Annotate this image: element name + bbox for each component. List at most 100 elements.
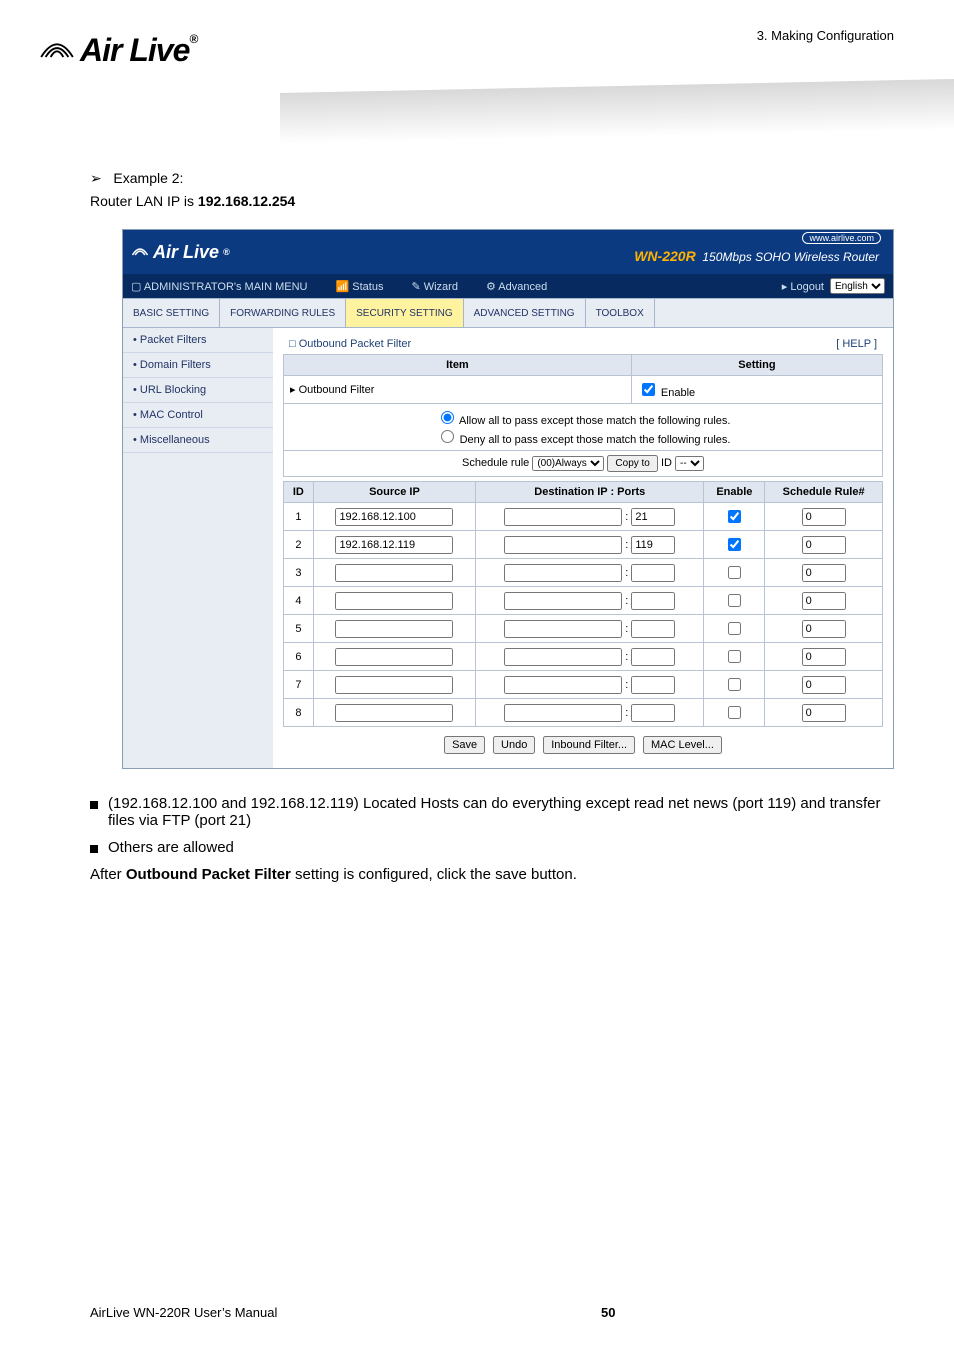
row-id: 5 (284, 615, 314, 643)
dest-port-input[interactable] (631, 704, 675, 722)
source-ip-input[interactable] (335, 620, 453, 638)
schedule-rule-input[interactable] (802, 620, 846, 638)
schedule-rule-input[interactable] (802, 508, 846, 526)
dest-port-input[interactable] (631, 648, 675, 666)
copy-to-button[interactable] (607, 455, 657, 472)
config-table: ItemSetting ▸ Outbound Filter Enable All… (283, 354, 883, 477)
table-row: 8 : (284, 699, 883, 727)
tab-security[interactable]: SECURITY SETTING (346, 299, 464, 327)
dest-port-input[interactable] (631, 508, 675, 526)
row-enable-checkbox[interactable] (728, 566, 741, 579)
logo-text: Air Live® (80, 32, 197, 69)
dest-port-input[interactable] (631, 564, 675, 582)
tab-basic[interactable]: BASIC SETTING (123, 299, 220, 327)
row-id: 7 (284, 671, 314, 699)
table-row: 5 : (284, 615, 883, 643)
dest-ip-input[interactable] (504, 648, 622, 666)
schedule-rule-input[interactable] (802, 648, 846, 666)
after-line: After Outbound Packet Filter setting is … (90, 866, 890, 883)
source-ip-input[interactable] (335, 564, 453, 582)
square-bullet-icon (90, 845, 98, 853)
undo-button[interactable] (493, 736, 535, 754)
row-enable-checkbox[interactable] (728, 510, 741, 523)
sidebar: • Packet Filters • Domain Filters • URL … (123, 328, 273, 768)
tab-forwarding[interactable]: FORWARDING RULES (220, 299, 346, 327)
table-row: 1 : (284, 503, 883, 531)
status-link[interactable]: 📶 Status (336, 280, 384, 293)
schedule-rule-label: Schedule rule (462, 457, 529, 469)
sidebar-item-mac-control[interactable]: • MAC Control (123, 403, 273, 428)
outbound-filter-label: ▸ Outbound Filter (284, 376, 632, 404)
chapter-label: 3. Making Configuration (757, 28, 894, 43)
sidebar-item-packet-filters[interactable]: • Packet Filters (123, 328, 273, 353)
dest-ip-input[interactable] (504, 704, 622, 722)
brand-logo: Air Live® (38, 32, 197, 69)
sidebar-item-misc[interactable]: • Miscellaneous (123, 428, 273, 453)
table-row: 6 : (284, 643, 883, 671)
th-schedule-rule: Schedule Rule# (765, 482, 883, 503)
row-id: 1 (284, 503, 314, 531)
save-button[interactable] (444, 736, 485, 754)
schedule-rule-input[interactable] (802, 704, 846, 722)
main-menu-label[interactable]: ▢ ADMINISTRATOR's MAIN MENU (131, 280, 308, 293)
dest-port-input[interactable] (631, 536, 675, 554)
language-select[interactable]: English (830, 278, 885, 294)
dest-ip-input[interactable] (504, 676, 622, 694)
bullet-2: Others are allowed (90, 839, 890, 856)
row-enable-checkbox[interactable] (728, 538, 741, 551)
source-ip-input[interactable] (335, 592, 453, 610)
dest-port-input[interactable] (631, 592, 675, 610)
sidebar-item-domain-filters[interactable]: • Domain Filters (123, 353, 273, 378)
tab-bar: BASIC SETTING FORWARDING RULES SECURITY … (123, 298, 893, 328)
th-id: ID (284, 482, 314, 503)
tab-toolbox[interactable]: TOOLBOX (586, 299, 655, 327)
dest-ip-input[interactable] (504, 592, 622, 610)
page-number: 50 (601, 1305, 615, 1320)
table-row: 7 : (284, 671, 883, 699)
inbound-filter-button[interactable] (543, 736, 635, 754)
source-ip-input[interactable] (335, 648, 453, 666)
deny-radio[interactable]: Deny all to pass except those match the … (436, 434, 731, 446)
row-enable-checkbox[interactable] (728, 678, 741, 691)
row-id: 6 (284, 643, 314, 671)
mac-level-button[interactable] (643, 736, 722, 754)
example-line: ➢ Example 2: (90, 170, 890, 187)
tab-advanced[interactable]: ADVANCED SETTING (464, 299, 586, 327)
logout-link[interactable]: ▸ Logout (782, 280, 824, 293)
dest-port-input[interactable] (631, 676, 675, 694)
schedule-rule-input[interactable] (802, 592, 846, 610)
bullet-1: (192.168.12.100 and 192.168.12.119) Loca… (90, 795, 890, 829)
schedule-rule-input[interactable] (802, 676, 846, 694)
wifi-arc-icon (131, 245, 149, 259)
help-link[interactable]: [ HELP ] (836, 338, 877, 350)
schedule-rule-input[interactable] (802, 564, 846, 582)
copy-id-select[interactable]: -- (675, 456, 704, 471)
row-enable-checkbox[interactable] (728, 650, 741, 663)
sidebar-item-url-blocking[interactable]: • URL Blocking (123, 378, 273, 403)
lan-ip-line: Router LAN IP is 192.168.12.254 (90, 193, 890, 209)
th-source-ip: Source IP (313, 482, 475, 503)
dest-port-input[interactable] (631, 620, 675, 638)
schedule-rule-select[interactable]: (00)Always (532, 456, 604, 471)
source-ip-input[interactable] (335, 676, 453, 694)
row-enable-checkbox[interactable] (728, 706, 741, 719)
allow-radio[interactable]: Allow all to pass except those match the… (436, 415, 731, 427)
row-enable-checkbox[interactable] (728, 622, 741, 635)
dest-ip-input[interactable] (504, 508, 622, 526)
row-enable-checkbox[interactable] (728, 594, 741, 607)
dest-ip-input[interactable] (504, 564, 622, 582)
advanced-link[interactable]: ⚙ Advanced (486, 280, 547, 293)
item-header: Item (284, 355, 632, 376)
router-logo: Air Live® (131, 242, 230, 263)
wizard-link[interactable]: ✎ Wizard (411, 280, 458, 293)
router-top-bar: Air Live® www.airlive.com WN-220R 150Mbp… (123, 230, 893, 274)
dest-ip-input[interactable] (504, 620, 622, 638)
dest-ip-input[interactable] (504, 536, 622, 554)
source-ip-input[interactable] (335, 704, 453, 722)
schedule-rule-input[interactable] (802, 536, 846, 554)
product-model: WN-220R (634, 248, 695, 264)
source-ip-input[interactable] (335, 508, 453, 526)
th-dest-ip-ports: Destination IP : Ports (476, 482, 704, 503)
enable-checkbox[interactable]: Enable (638, 387, 695, 399)
source-ip-input[interactable] (335, 536, 453, 554)
